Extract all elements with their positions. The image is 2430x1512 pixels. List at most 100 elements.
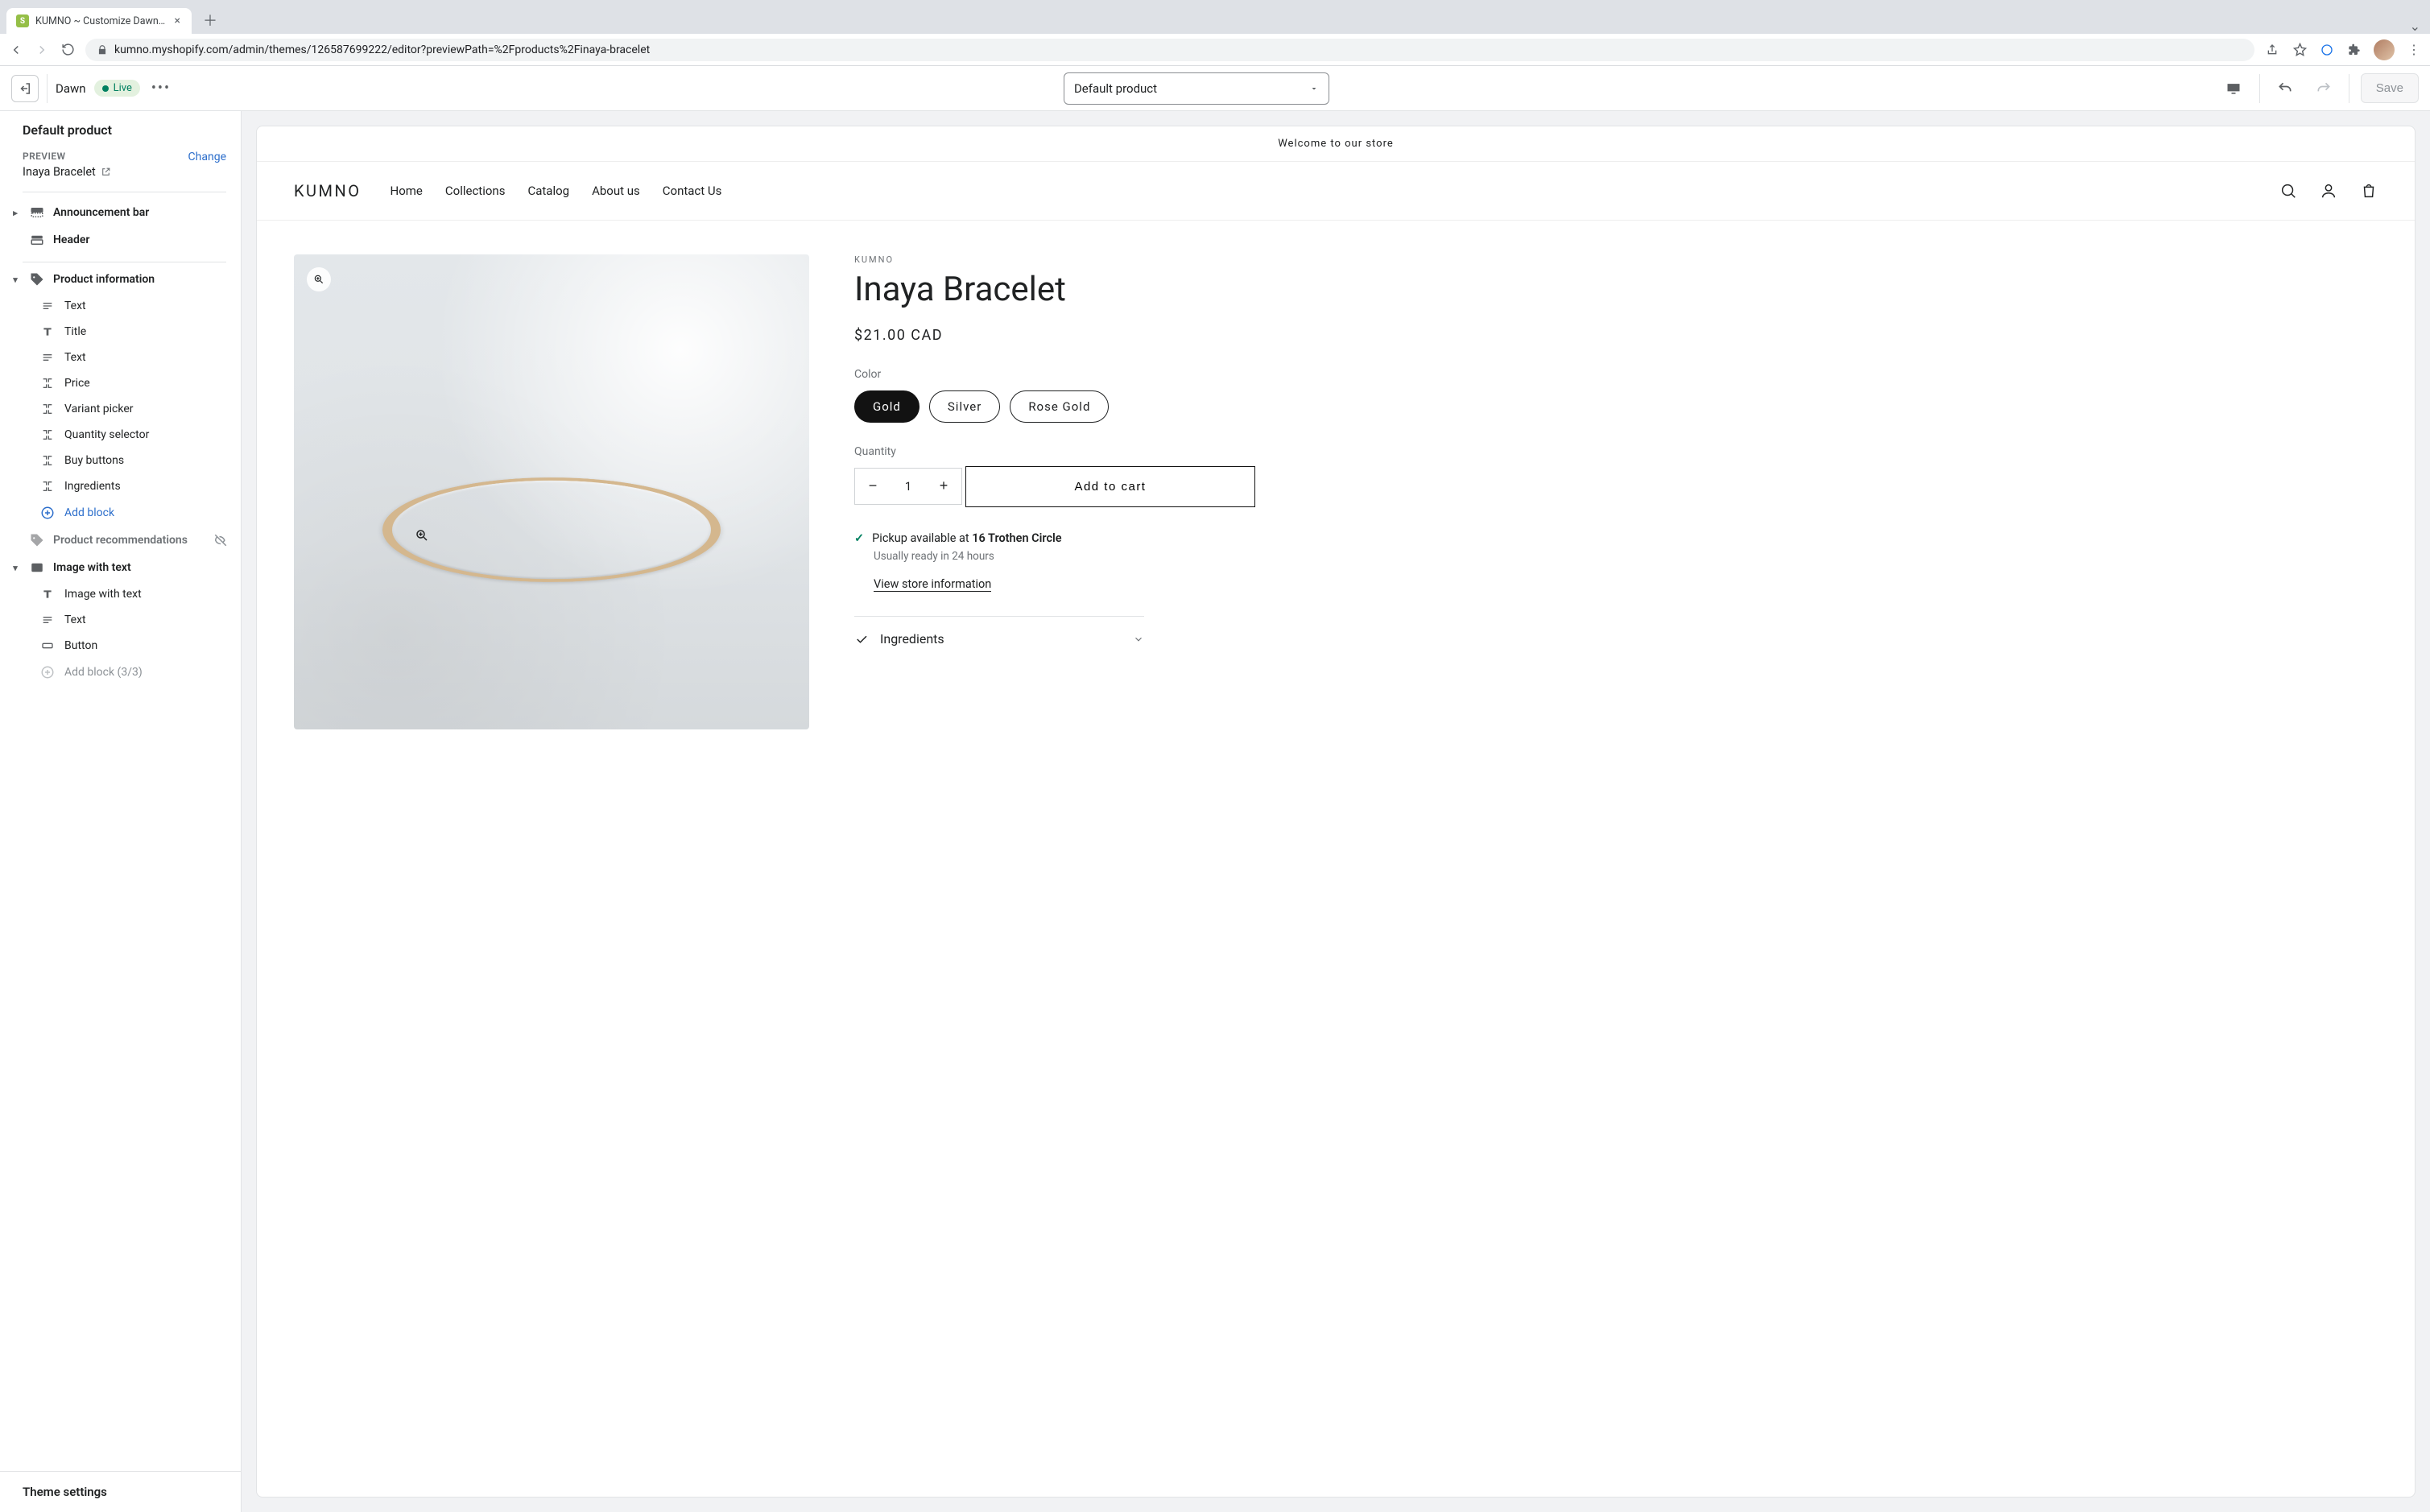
close-icon[interactable]: × xyxy=(173,14,182,27)
plus-circle-icon xyxy=(40,665,55,680)
kebab-icon[interactable]: ⋮ xyxy=(2406,42,2422,57)
new-tab-button[interactable]: ＋ xyxy=(198,6,222,34)
profile-avatar[interactable] xyxy=(2374,39,2395,60)
tab-title: KUMNO ~ Customize Dawn ~ S xyxy=(35,15,167,27)
block-button[interactable]: Button xyxy=(0,633,241,659)
product-media[interactable] xyxy=(294,254,809,729)
shopify-favicon: S xyxy=(16,14,29,27)
block-quantity-selector[interactable]: Quantity selector xyxy=(0,422,241,448)
announcement-section-icon xyxy=(29,205,45,220)
section-header[interactable]: Header xyxy=(0,226,241,254)
section-image-with-text[interactable]: ▾ Image with text xyxy=(0,554,241,581)
store-logo[interactable]: KUMNO xyxy=(294,181,362,200)
ingredients-accordion[interactable]: Ingredients xyxy=(854,631,1144,647)
more-actions-button[interactable]: ••• xyxy=(148,76,174,100)
search-icon[interactable] xyxy=(2279,182,2297,200)
template-selector[interactable]: Default product xyxy=(1064,72,1329,105)
block-label: Buy buttons xyxy=(64,454,228,467)
header-section-icon xyxy=(29,233,45,247)
tab-overflow-button[interactable]: ⌄ xyxy=(2407,19,2424,34)
desktop-view-button[interactable] xyxy=(2219,74,2248,103)
block-buy-buttons[interactable]: Buy buttons xyxy=(0,448,241,473)
variant-rose-gold[interactable]: Rose Gold xyxy=(1010,390,1109,423)
product-section: KUMNO Inaya Bracelet $21.00 CAD Color Go… xyxy=(257,221,2415,729)
block-text[interactable]: Text xyxy=(0,345,241,370)
external-link-icon[interactable] xyxy=(101,167,111,177)
block-price[interactable]: Price xyxy=(0,370,241,396)
block-image-with-text[interactable]: Image with text xyxy=(0,581,241,607)
section-announcement-bar[interactable]: ▸ Announcement bar xyxy=(0,199,241,226)
view-store-info-link[interactable]: View store information xyxy=(874,577,991,592)
plus-circle-icon xyxy=(40,506,55,520)
share-icon[interactable] xyxy=(2264,43,2280,56)
divider xyxy=(2259,74,2260,103)
account-icon[interactable] xyxy=(2320,182,2337,200)
lock-icon xyxy=(97,44,108,56)
block-text[interactable]: Text xyxy=(0,293,241,319)
undo-button[interactable] xyxy=(2271,75,2299,102)
zoom-badge[interactable] xyxy=(307,267,331,291)
main-area: Default product PREVIEW Inaya Bracelet C… xyxy=(0,111,2430,1512)
chevron-down-icon: ▾ xyxy=(10,563,21,573)
editor-toolbar: Dawn Live ••• Default product Save xyxy=(0,66,2430,111)
variant-gold[interactable]: Gold xyxy=(854,390,920,423)
store-header: KUMNO Home Collections Catalog About us … xyxy=(257,162,2415,221)
section-label: Image with text xyxy=(53,561,228,574)
browser-tab[interactable]: S KUMNO ~ Customize Dawn ~ S × xyxy=(6,8,192,34)
add-block-label: Add block (3/3) xyxy=(64,666,228,679)
quantity-decrease-button[interactable]: − xyxy=(855,469,891,504)
variant-silver[interactable]: Silver xyxy=(929,390,1000,423)
block-variant-picker[interactable]: Variant picker xyxy=(0,396,241,422)
store-nav: Home Collections Catalog About us Contac… xyxy=(391,184,722,198)
change-preview-link[interactable]: Change xyxy=(188,151,226,163)
star-icon[interactable] xyxy=(2292,43,2308,56)
block-label: Quantity selector xyxy=(64,428,228,441)
exit-editor-button[interactable] xyxy=(11,75,39,102)
nav-link-about-us[interactable]: About us xyxy=(592,184,640,198)
add-block-label: Add block xyxy=(64,506,228,519)
block-label: Text xyxy=(64,351,228,364)
add-block-disabled: Add block (3/3) xyxy=(0,659,241,686)
product-vendor: KUMNO xyxy=(854,254,2378,265)
block-label: Text xyxy=(64,613,228,626)
divider xyxy=(854,616,1144,617)
theme-name: Dawn xyxy=(56,81,86,96)
nav-link-collections[interactable]: Collections xyxy=(445,184,506,198)
block-text[interactable]: Text xyxy=(0,607,241,633)
cart-icon[interactable] xyxy=(2360,182,2378,200)
save-button: Save xyxy=(2361,73,2419,103)
nav-link-contact-us[interactable]: Contact Us xyxy=(663,184,722,198)
block-ingredients[interactable]: Ingredients xyxy=(0,473,241,499)
chevron-down-icon xyxy=(1309,84,1319,93)
quantity-label: Quantity xyxy=(854,445,2378,458)
section-label: Product recommendations xyxy=(53,534,205,547)
address-bar[interactable]: kumno.myshopify.com/admin/themes/1265876… xyxy=(85,39,2254,61)
block-title[interactable]: Title xyxy=(0,319,241,345)
reload-icon[interactable] xyxy=(60,43,76,56)
nav-link-catalog[interactable]: Catalog xyxy=(527,184,569,198)
section-product-recommendations[interactable]: Product recommendations xyxy=(0,527,241,554)
block-label: Price xyxy=(64,377,228,390)
add-to-cart-button[interactable]: Add to cart xyxy=(965,466,1255,507)
add-block-button[interactable]: Add block xyxy=(0,499,241,527)
color-option-label: Color xyxy=(854,368,2378,381)
back-icon[interactable] xyxy=(8,43,24,57)
sidebar: Default product PREVIEW Inaya Bracelet C… xyxy=(0,111,242,1512)
status-badge: Live xyxy=(94,80,140,97)
button-icon xyxy=(40,639,55,652)
nav-link-home[interactable]: Home xyxy=(391,184,423,198)
theme-settings-link[interactable]: Theme settings xyxy=(0,1471,241,1512)
url-text: kumno.myshopify.com/admin/themes/1265876… xyxy=(114,43,650,56)
extensions-icon[interactable] xyxy=(2346,43,2362,56)
quantity-increase-button[interactable]: + xyxy=(926,469,961,504)
announcement-bar[interactable]: Welcome to our store xyxy=(257,126,2415,162)
section-product-information[interactable]: ▾ Product information xyxy=(0,266,241,293)
pickup-eta: Usually ready in 24 hours xyxy=(874,550,2378,563)
extension-icon-1[interactable] xyxy=(2319,43,2335,56)
divider xyxy=(47,74,48,103)
pickup-location: 16 Trothen Circle xyxy=(972,531,1061,545)
bracelet-illustration xyxy=(382,477,721,582)
sidebar-title: Default product xyxy=(0,111,241,141)
block-label: Text xyxy=(64,300,228,312)
preview-item-name: Inaya Bracelet xyxy=(23,165,96,179)
